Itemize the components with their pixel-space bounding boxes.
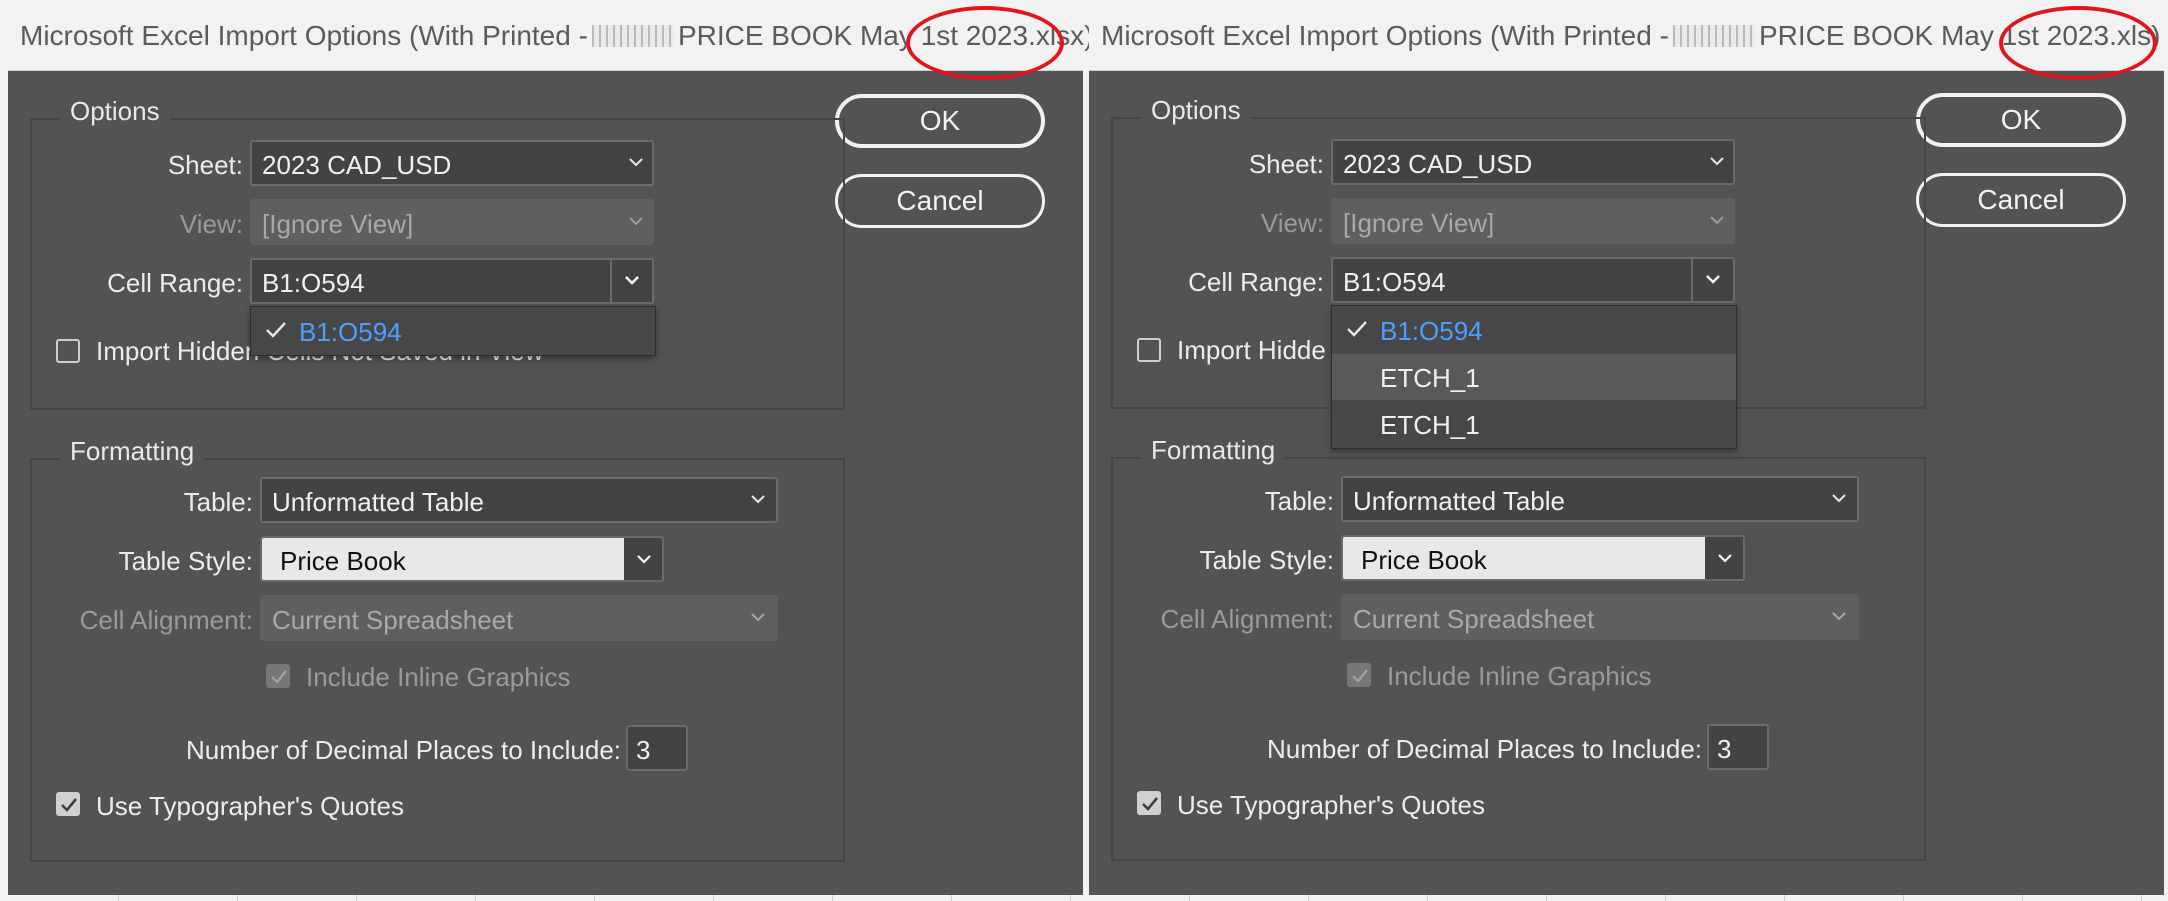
cell-alignment-select: Current Spreadsheet: [1341, 594, 1859, 640]
import-hidden-cells-label: Import Hidde: [1177, 335, 1326, 365]
redacted-filename: [591, 25, 674, 47]
table-label: Table:: [1264, 486, 1334, 516]
ok-button[interactable]: OK: [1916, 93, 2126, 147]
table-style-field[interactable]: Price Book: [1343, 537, 1705, 579]
cell-range-dropdown-button[interactable]: [1691, 257, 1733, 303]
include-inline-graphics-label: Include Inline Graphics: [1387, 661, 1652, 691]
import-hidden-cells-checkbox[interactable]: [56, 339, 80, 363]
redacted-filename: [1672, 25, 1755, 47]
chevron-down-icon: [1831, 608, 1847, 624]
chevron-down-icon: [628, 213, 644, 229]
red-annotation-circle: [1999, 6, 2157, 80]
options-group-title: Options: [60, 96, 170, 127]
cell-alignment-select: Current Spreadsheet: [260, 595, 778, 641]
table-style-label: Table Style:: [1199, 545, 1334, 575]
table-select[interactable]: Unformatted Table: [260, 477, 778, 523]
sheet-select[interactable]: 2023 CAD_USD: [250, 140, 654, 186]
formatting-group-title: Formatting: [1141, 435, 1286, 466]
cancel-button[interactable]: Cancel: [835, 174, 1045, 228]
table-style-label: Table Style:: [118, 546, 253, 576]
excel-import-options-dialog-xls: Microsoft Excel Import Options (With Pri…: [1089, 0, 2164, 895]
sheet-label: Sheet:: [1248, 149, 1324, 179]
view-label: View:: [1260, 208, 1324, 238]
cell-range-combobox[interactable]: B1:O594: [1331, 257, 1735, 303]
cell-alignment-label: Cell Alignment:: [79, 605, 253, 635]
import-hidden-cells-checkbox[interactable]: [1137, 338, 1161, 362]
chevron-down-icon: [1709, 212, 1725, 228]
typographers-quotes-label: Use Typographer's Quotes: [1177, 790, 1485, 820]
include-inline-graphics-checkbox: [1347, 663, 1371, 687]
decimal-places-label: Number of Decimal Places to Include:: [1267, 734, 1702, 764]
decimal-places-input[interactable]: 3: [626, 725, 688, 771]
include-inline-graphics-label: Include Inline Graphics: [306, 662, 571, 692]
include-inline-graphics-checkbox: [266, 664, 290, 688]
typographers-quotes-label: Use Typographer's Quotes: [96, 791, 404, 821]
excel-import-options-dialog-xlsx: Microsoft Excel Import Options (With Pri…: [8, 0, 1093, 895]
checkmark-icon: [265, 320, 287, 345]
chevron-down-icon[interactable]: [636, 551, 652, 567]
chevron-down-icon: [1705, 271, 1721, 287]
cell-range-dropdown-button[interactable]: [610, 258, 652, 304]
view-select: [Ignore View]: [1331, 198, 1735, 244]
options-group-title: Options: [1141, 95, 1251, 126]
table-style-combobox[interactable]: Price Book: [260, 536, 664, 582]
cancel-button[interactable]: Cancel: [1916, 173, 2126, 227]
sheet-label: Sheet:: [167, 150, 243, 180]
sheet-select[interactable]: 2023 CAD_USD: [1331, 139, 1735, 185]
table-select[interactable]: Unformatted Table: [1341, 476, 1859, 522]
cell-alignment-label: Cell Alignment:: [1160, 604, 1334, 634]
cell-range-dropdown-list: B1:O594 ETCH_1 ETCH_1: [1331, 305, 1737, 449]
chevron-down-icon: [1831, 490, 1847, 506]
typographers-quotes-checkbox[interactable]: [56, 792, 80, 816]
table-label: Table:: [183, 487, 253, 517]
chevron-down-icon: [750, 609, 766, 625]
cell-range-label: Cell Range:: [1188, 267, 1324, 297]
red-annotation-circle: [906, 6, 1064, 80]
cell-range-combobox[interactable]: B1:O594: [250, 258, 654, 304]
chevron-down-icon: [1709, 153, 1725, 169]
view-label: View:: [179, 209, 243, 239]
dropdown-item-b1-o594[interactable]: B1:O594: [1332, 307, 1736, 353]
chevron-down-icon: [750, 491, 766, 507]
typographers-quotes-checkbox[interactable]: [1137, 791, 1161, 815]
formatting-group-title: Formatting: [60, 436, 205, 467]
chevron-down-icon[interactable]: [1717, 550, 1733, 566]
decimal-places-input[interactable]: 3: [1707, 724, 1769, 770]
table-style-field[interactable]: Price Book: [262, 538, 624, 580]
chevron-down-icon: [628, 154, 644, 170]
ok-button[interactable]: OK: [835, 94, 1045, 148]
dropdown-item-etch-1[interactable]: ETCH_1: [1332, 401, 1736, 447]
table-style-combobox[interactable]: Price Book: [1341, 535, 1745, 581]
checkmark-icon: [1346, 319, 1368, 344]
dropdown-item-etch-1[interactable]: ETCH_1: [1332, 354, 1736, 400]
cell-range-label: Cell Range:: [107, 268, 243, 298]
dropdown-item-b1-o594[interactable]: B1:O594: [251, 308, 655, 354]
chevron-down-icon: [624, 272, 640, 288]
view-select: [Ignore View]: [250, 199, 654, 245]
decimal-places-label: Number of Decimal Places to Include:: [186, 735, 621, 765]
cell-range-dropdown-list: B1:O594: [250, 306, 656, 356]
